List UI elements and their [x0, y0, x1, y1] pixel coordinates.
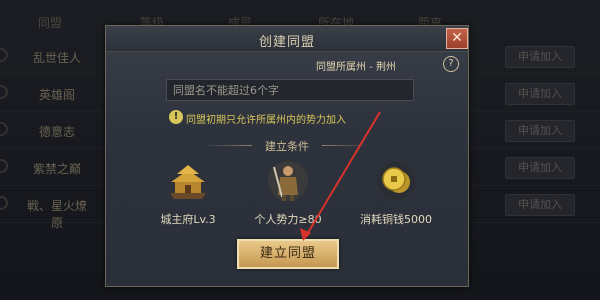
- copper-coin-icon: [377, 162, 415, 200]
- condition-label: 城主府Lv.3: [160, 213, 216, 226]
- alliance-name-input[interactable]: [166, 79, 414, 101]
- dialog-title: 创建同盟: [258, 35, 315, 50]
- palace-icon: [170, 165, 206, 199]
- create-alliance-dialog: 创建同盟 ✕ 同盟所属州 - 荆州 ? ! 同盟初期只允许所属州内的势力加入 建…: [105, 25, 469, 287]
- dialog-title-bar: 创建同盟: [106, 26, 468, 52]
- warning-icon: !: [169, 110, 183, 124]
- condition-label: 个人势力≥80: [254, 213, 322, 226]
- divider: [322, 145, 370, 146]
- conditions-title: 建立条件: [265, 140, 309, 153]
- condition-label: 消耗铜钱5000: [360, 213, 432, 226]
- create-alliance-button[interactable]: 建立同盟: [237, 239, 339, 269]
- warrior-icon: [268, 161, 308, 201]
- condition-copper-cost: 消耗铜钱5000: [341, 159, 451, 227]
- condition-palace-level: 城主府Lv.3: [133, 159, 243, 227]
- close-button[interactable]: ✕: [446, 28, 468, 49]
- alliance-state-label: 同盟所属州 - 荆州: [316, 62, 396, 73]
- help-icon[interactable]: ?: [443, 56, 459, 72]
- warning-text: 同盟初期只允许所属州内的势力加入: [186, 115, 346, 126]
- condition-personal-power: 个人势力≥80: [233, 159, 343, 227]
